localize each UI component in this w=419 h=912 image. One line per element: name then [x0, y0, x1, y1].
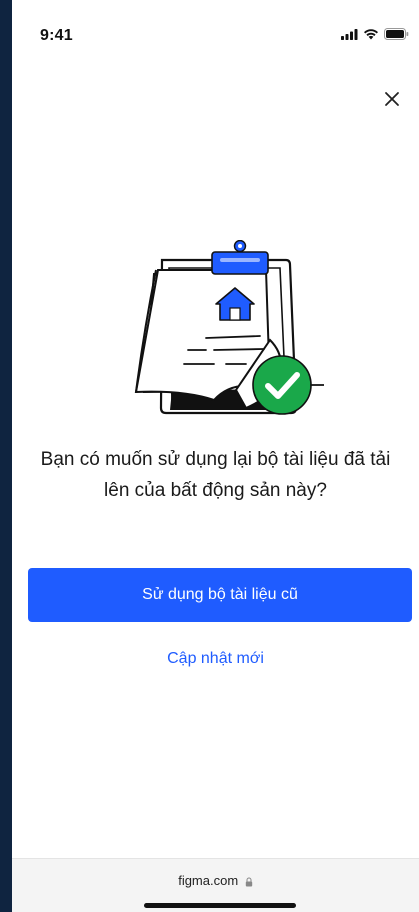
browser-bar: figma.com	[12, 858, 419, 912]
update-new-link[interactable]: Cập nhật mới	[12, 650, 419, 668]
wifi-icon	[364, 29, 378, 40]
phone-screen: 9:41 Bạn có muốn sử dụng lại bộ tài liệu…	[12, 0, 419, 912]
confirmation-question: Bạn có muốn sử dụng lại bộ tài liệu đã t…	[12, 444, 419, 506]
status-icons	[341, 28, 409, 40]
question-line-1: Bạn có muốn sử dụng lại bộ tài liệu đã t…	[40, 449, 391, 470]
use-old-documents-button[interactable]: Sử dụng bộ tài liệu cũ	[28, 568, 412, 622]
close-button[interactable]	[377, 84, 407, 114]
close-icon	[385, 92, 399, 106]
url-row[interactable]: figma.com	[12, 873, 419, 888]
signal-icon	[341, 28, 358, 40]
url-text: figma.com	[178, 873, 239, 888]
battery-icon	[384, 28, 409, 40]
status-bar: 9:41	[12, 0, 419, 64]
document-check-illustration	[134, 240, 324, 415]
question-line-2: lên của bất động sản này?	[104, 480, 327, 501]
lock-icon	[245, 877, 252, 887]
status-time: 9:41	[40, 27, 73, 44]
home-indicator[interactable]	[144, 903, 296, 908]
